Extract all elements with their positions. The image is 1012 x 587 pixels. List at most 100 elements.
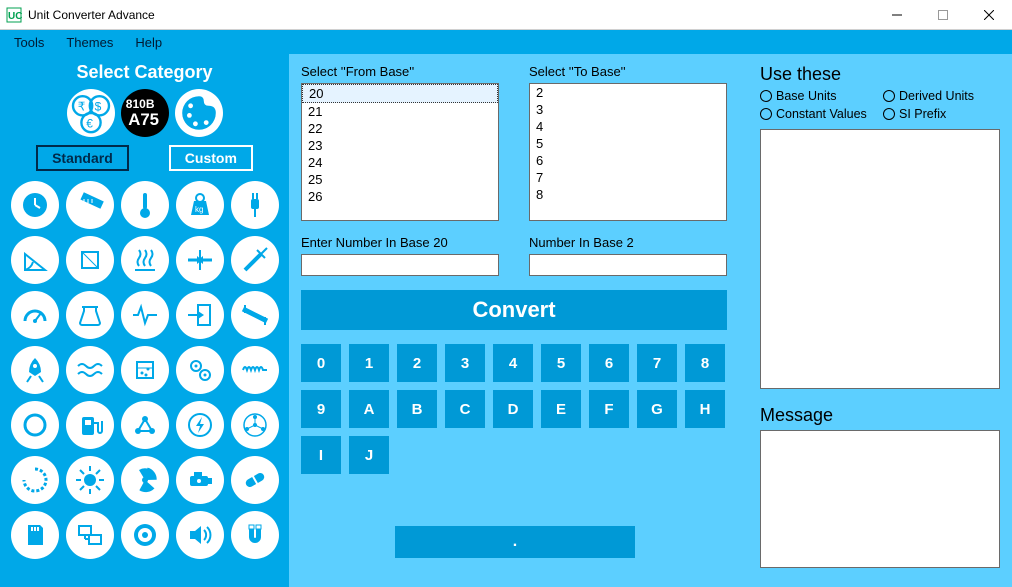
beaker-icon[interactable] [66,291,114,339]
circle-icon[interactable] [11,401,59,449]
to-option[interactable]: 6 [530,152,726,169]
basenum-icon[interactable]: 810BA75 [121,89,169,137]
menu-themes[interactable]: Themes [56,33,123,52]
from-option[interactable]: 25 [302,171,498,188]
from-base-listbox[interactable]: 20212223242526 [301,83,499,221]
currency-icon[interactable]: ₹$€ [67,89,115,137]
molecule-icon[interactable] [121,401,169,449]
fuel-icon[interactable] [66,401,114,449]
bolt-circle-icon[interactable] [176,401,224,449]
flask-icon[interactable] [121,346,169,394]
key-2[interactable]: 2 [397,344,437,382]
custom-button[interactable]: Custom [169,145,253,171]
speaker-icon[interactable] [176,511,224,559]
close-button[interactable] [966,0,1012,29]
key-G[interactable]: G [637,390,677,428]
enter-number-input[interactable] [301,254,499,276]
disc-icon[interactable] [121,511,169,559]
radio-base-units[interactable]: Base Units [760,89,877,103]
minimize-button[interactable] [874,0,920,29]
key-F[interactable]: F [589,390,629,428]
svg-text:€: € [86,116,93,130]
sdcard-icon[interactable] [11,511,59,559]
menu-help[interactable]: Help [125,33,172,52]
sidebar: Select Category ₹$€ 810BA75 Standard Cus… [0,54,289,587]
key-8[interactable]: 8 [685,344,725,382]
pill-icon[interactable] [231,456,279,504]
standard-button[interactable]: Standard [36,145,129,171]
to-option[interactable]: 8 [530,186,726,203]
network-icon[interactable] [231,401,279,449]
palette-icon[interactable] [175,89,223,137]
thermometer-icon[interactable] [121,181,169,229]
to-base-label: Select ''To Base'' [529,64,727,79]
ruler-icon[interactable] [66,181,114,229]
to-option[interactable]: 5 [530,135,726,152]
sun-icon[interactable] [66,456,114,504]
key-C[interactable]: C [445,390,485,428]
svg-text:UC: UC [8,11,22,22]
key-D[interactable]: D [493,390,533,428]
heatwave-icon[interactable] [121,236,169,284]
menu-bar: Tools Themes Help [0,30,1012,54]
convert-button[interactable]: Convert [301,290,727,330]
from-option[interactable]: 26 [302,188,498,205]
to-option[interactable]: 3 [530,101,726,118]
key-H[interactable]: H [685,390,725,428]
gears-icon[interactable] [176,346,224,394]
radio-derived-units[interactable]: Derived Units [883,89,1000,103]
key-5[interactable]: 5 [541,344,581,382]
resistor-icon[interactable] [231,291,279,339]
pulse-icon[interactable] [121,291,169,339]
key-7[interactable]: 7 [637,344,677,382]
key-3[interactable]: 3 [445,344,485,382]
svg-text:A75: A75 [128,110,159,129]
maximize-button[interactable] [920,0,966,29]
clock-icon[interactable] [11,181,59,229]
to-option[interactable]: 4 [530,118,726,135]
plug-icon[interactable] [231,181,279,229]
weight-icon[interactable]: kg [176,181,224,229]
to-base-listbox[interactable]: 2345678 [529,83,727,221]
radiation-icon[interactable] [121,456,169,504]
login-icon[interactable] [176,291,224,339]
angle-icon[interactable] [11,236,59,284]
compress-icon[interactable] [176,236,224,284]
app-icon: UC [6,7,22,23]
bottom-bar[interactable]: . [395,526,635,558]
from-option[interactable]: 23 [302,137,498,154]
menu-tools[interactable]: Tools [4,33,54,52]
key-B[interactable]: B [397,390,437,428]
magnet-icon[interactable] [231,511,279,559]
key-1[interactable]: 1 [349,344,389,382]
from-option[interactable]: 21 [302,103,498,120]
key-J[interactable]: J [349,436,389,474]
key-I[interactable]: I [301,436,341,474]
from-option[interactable]: 20 [302,84,498,103]
area-icon[interactable] [66,236,114,284]
key-0[interactable]: 0 [301,344,341,382]
engine-icon[interactable] [176,456,224,504]
sidebar-title: Select Category [76,62,212,83]
to-option[interactable]: 7 [530,169,726,186]
injection-icon[interactable] [231,236,279,284]
radio-constant-values[interactable]: Constant Values [760,107,877,121]
result-number-input[interactable] [529,254,727,276]
radio-si-prefix[interactable]: SI Prefix [883,107,1000,121]
key-4[interactable]: 4 [493,344,533,382]
waves-icon[interactable] [66,346,114,394]
key-A[interactable]: A [349,390,389,428]
rocket-icon[interactable] [11,346,59,394]
to-option[interactable]: 2 [530,84,726,101]
computers-icon[interactable] [66,511,114,559]
loading-icon[interactable] [11,456,59,504]
speedometer-icon[interactable] [11,291,59,339]
from-option[interactable]: 22 [302,120,498,137]
inductor-icon[interactable] [231,346,279,394]
key-9[interactable]: 9 [301,390,341,428]
key-6[interactable]: 6 [589,344,629,382]
key-E[interactable]: E [541,390,581,428]
use-these-title: Use these [760,64,1000,85]
from-option[interactable]: 24 [302,154,498,171]
enter-number-label: Enter Number In Base 20 [301,235,499,250]
